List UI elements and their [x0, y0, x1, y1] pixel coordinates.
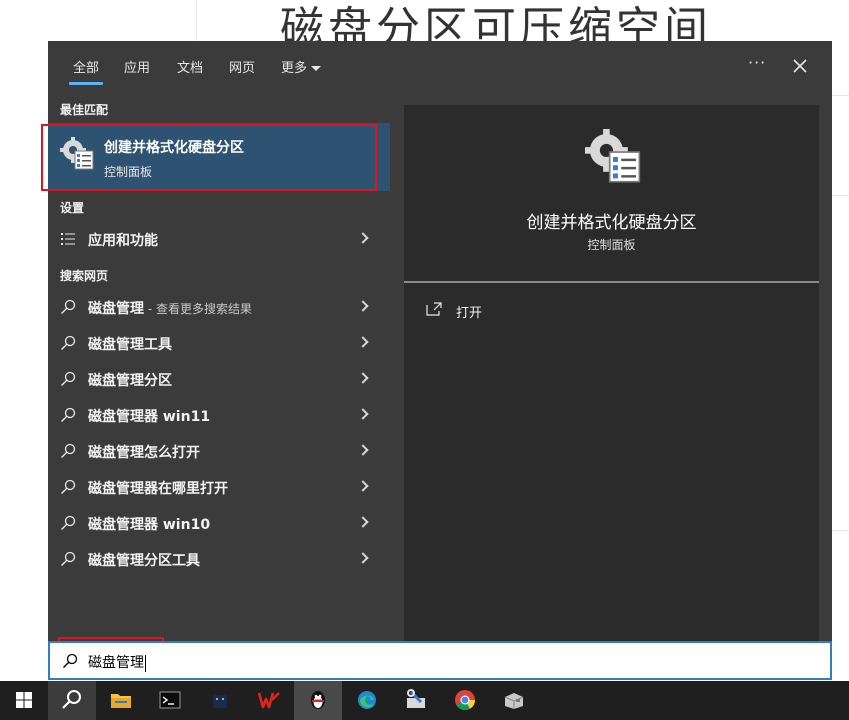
open-external-icon	[426, 302, 442, 316]
web-result-text: 磁盘管理器 win10	[88, 517, 211, 533]
web-result-item[interactable]: 磁盘管理器在哪里打开	[48, 470, 390, 504]
background-divider	[196, 0, 197, 41]
taskbar-qq[interactable]	[294, 681, 342, 720]
list-icon	[61, 233, 75, 245]
tab-more-label: 更多	[281, 61, 308, 76]
dark-app-icon	[213, 695, 227, 708]
text-caret	[145, 654, 146, 672]
search-icon	[61, 299, 76, 314]
taskbar-chrome[interactable]	[441, 681, 489, 720]
windows-start-icon	[16, 692, 32, 708]
search-icon	[61, 407, 76, 422]
web-result-item[interactable]: 磁盘管理 - 查看更多搜索结果	[48, 290, 390, 324]
chevron-right-icon	[357, 372, 369, 384]
background-divider	[832, 195, 849, 196]
tab-all[interactable]: 全部	[68, 57, 104, 85]
chevron-right-icon	[357, 444, 369, 456]
chevron-right-icon	[357, 516, 369, 528]
web-result-text: 磁盘管理器在哪里打开	[88, 481, 228, 497]
web-result-label: 磁盘管理分区工具	[88, 550, 200, 570]
taskbar-search-button[interactable]	[48, 681, 96, 720]
open-action-label: 打开	[456, 306, 483, 321]
preview-divider	[404, 281, 819, 283]
tab-apps[interactable]: 应用	[124, 57, 150, 76]
web-result-item[interactable]: 磁盘管理器 win11	[48, 398, 390, 432]
taskbar-edge[interactable]	[343, 681, 391, 720]
edge-browser-icon	[358, 691, 376, 709]
web-result-item[interactable]: 磁盘管理工具	[48, 326, 390, 360]
section-settings: 设置	[60, 201, 85, 215]
qq-penguin-icon	[311, 691, 325, 709]
search-icon	[61, 443, 76, 458]
web-result-label: 磁盘管理器在哪里打开	[88, 478, 228, 498]
section-web-search: 搜索网页	[60, 269, 109, 283]
settings-item-label: 应用和功能	[88, 233, 158, 249]
tab-web[interactable]: 网页	[229, 57, 255, 76]
start-button[interactable]	[0, 681, 48, 720]
web-result-label: 磁盘管理分区	[88, 370, 172, 390]
search-icon	[61, 515, 76, 530]
search-text: 磁盘管理	[88, 655, 144, 671]
search-icon	[61, 479, 76, 494]
highlight-box-best-match	[41, 124, 377, 191]
tool-app-icon	[407, 689, 425, 708]
preview-subtitle: 控制面板	[587, 238, 636, 252]
search-icon	[63, 653, 78, 668]
web-result-label: 磁盘管理器 win10	[88, 514, 210, 534]
web-result-label: 磁盘管理工具	[88, 334, 172, 354]
chevron-down-icon	[311, 66, 322, 71]
web-result-item[interactable]: 磁盘管理分区工具	[48, 542, 390, 576]
chevron-right-icon	[357, 408, 369, 420]
web-result-item[interactable]: 磁盘管理分区	[48, 362, 390, 396]
web-result-item[interactable]: 磁盘管理怎么打开	[48, 434, 390, 468]
chevron-right-icon	[357, 336, 369, 348]
web-result-item[interactable]: 磁盘管理器 win10	[48, 506, 390, 540]
taskbar-app-dark[interactable]	[196, 681, 244, 720]
search-icon	[61, 335, 76, 350]
package-icon	[504, 693, 524, 709]
taskbar-wps[interactable]	[245, 681, 293, 720]
folder-icon	[111, 694, 131, 708]
preview-title: 创建并格式化硬盘分区	[526, 213, 697, 233]
tab-documents[interactable]: 文档	[177, 57, 203, 76]
tab-more[interactable]: 更多	[281, 57, 322, 76]
background-divider	[832, 95, 849, 96]
search-icon	[61, 371, 76, 386]
web-result-text: 磁盘管理分区工具	[88, 553, 200, 569]
chevron-right-icon	[357, 480, 369, 492]
settings-item-apps-features[interactable]: 应用和功能	[48, 222, 390, 256]
web-result-label: 磁盘管理器 win11	[88, 406, 210, 426]
web-result-text: 磁盘管理	[88, 301, 144, 317]
taskbar-package-app[interactable]	[490, 681, 538, 720]
more-options-button[interactable]: ···	[748, 53, 766, 72]
web-result-text: 磁盘管理分区	[88, 373, 172, 389]
search-input-value: 磁盘管理	[88, 652, 146, 672]
search-icon	[62, 690, 81, 709]
chrome-browser-icon	[455, 690, 476, 711]
chevron-right-icon	[357, 232, 369, 244]
search-input[interactable]: 磁盘管理	[48, 641, 832, 680]
taskbar-file-explorer[interactable]	[97, 681, 145, 720]
wps-icon	[257, 692, 280, 709]
chevron-right-icon	[357, 300, 369, 312]
web-result-text: 磁盘管理器 win11	[88, 409, 211, 425]
web-result-text: 磁盘管理工具	[88, 337, 172, 353]
taskbar-tool-app[interactable]	[392, 681, 440, 720]
web-result-label: 磁盘管理怎么打开	[88, 442, 200, 462]
control-panel-gear-icon	[585, 129, 641, 183]
taskbar	[0, 681, 849, 720]
preview-pane: 创建并格式化硬盘分区 控制面板 打开	[404, 105, 819, 641]
section-best-match: 最佳匹配	[60, 103, 109, 117]
terminal-icon	[159, 691, 181, 709]
web-result-text: 磁盘管理怎么打开	[88, 445, 200, 461]
taskbar-terminal[interactable]	[146, 681, 194, 720]
search-tabs: 全部 应用 文档 网页 更多 ···	[48, 41, 832, 93]
chevron-right-icon	[357, 552, 369, 564]
close-icon[interactable]	[791, 57, 809, 75]
web-result-label: 磁盘管理 - 查看更多搜索结果	[88, 298, 252, 318]
background-divider	[832, 530, 849, 531]
search-icon	[61, 551, 76, 566]
web-result-suffix: - 查看更多搜索结果	[144, 302, 252, 316]
